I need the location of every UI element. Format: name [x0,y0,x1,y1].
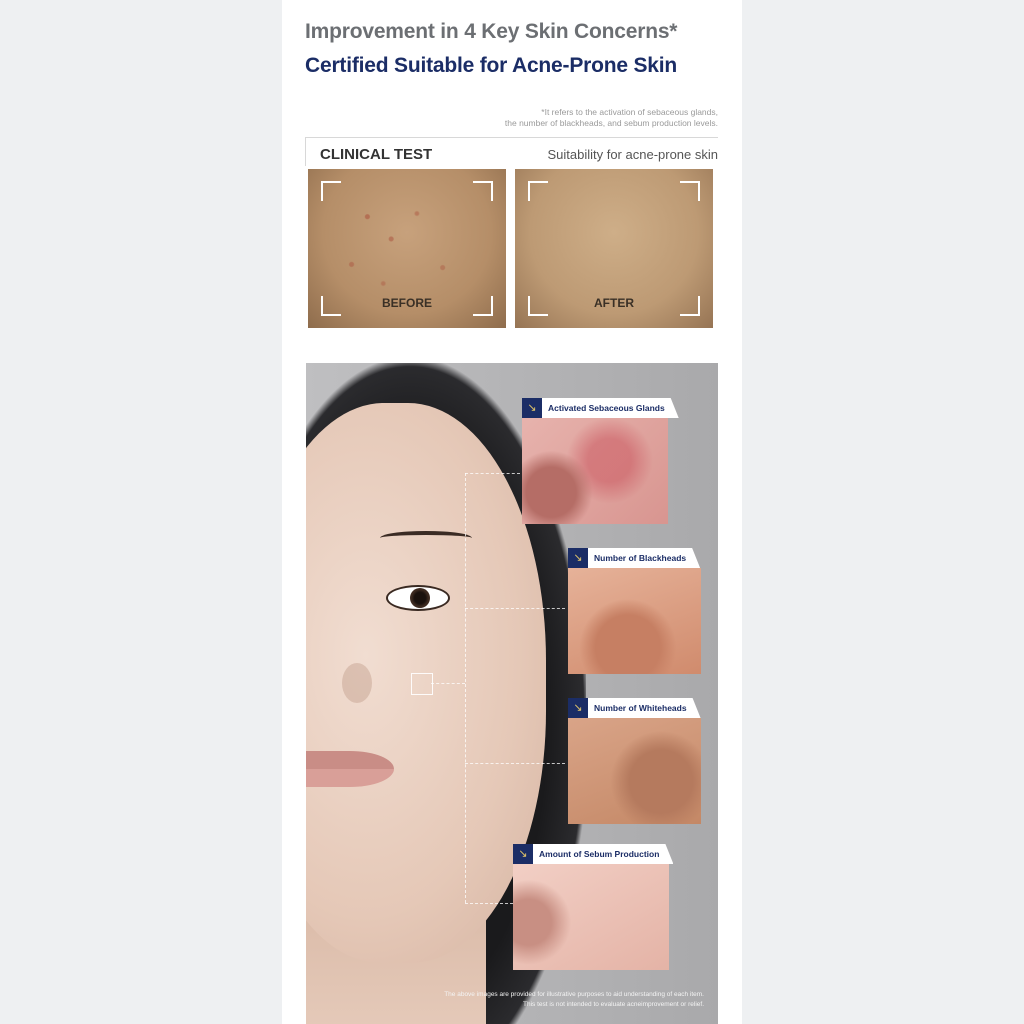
eyebrow [380,531,472,545]
blackheads-closeup-image [568,568,701,674]
frame-corner [680,181,700,201]
footnote-line-1: *It refers to the activation of sebaceou… [541,107,718,117]
connector-line [465,473,520,474]
connector-line [465,763,565,764]
connector-line [465,903,513,904]
connector-line [465,473,466,903]
arrow-down-right-icon: ↘ [513,844,533,864]
iris [410,588,430,608]
model-portrait-section: ↘ Activated Sebaceous Glands ↘ Number of… [306,363,718,1024]
nose-shadow [342,663,372,703]
focus-marker [411,673,433,695]
after-photo: AFTER [515,169,713,328]
lips [306,751,394,787]
before-photo: BEFORE [308,169,506,328]
whiteheads-closeup-image [568,718,701,824]
frame-corner [473,181,493,201]
frame-corner [321,181,341,201]
eye [386,585,450,611]
disclaimer: The above images are provided for illust… [374,990,704,1010]
footnote: *It refers to the activation of sebaceou… [418,107,718,129]
clinical-test-label: CLINICAL TEST [320,146,433,163]
sebum-closeup-image [513,864,669,970]
before-label: BEFORE [381,296,432,310]
concern-tag: ↘ Activated Sebaceous Glands [522,398,679,418]
page-subtitle: Certified Suitable for Acne-Prone Skin [305,54,678,77]
connector-line [465,608,565,609]
concern-tag: ↘ Number of Blackheads [568,548,700,568]
footnote-line-2: the number of blackheads, and sebum prod… [504,118,718,128]
after-label: AFTER [594,296,634,310]
disclaimer-line-2: This test is not intended to evaluate ac… [522,1001,704,1008]
disclaimer-line-1: The above images are provided for illust… [444,991,704,998]
concern-label: Amount of Sebum Production [539,849,660,859]
concern-label: Number of Whiteheads [594,703,687,713]
concern-tag: ↘ Amount of Sebum Production [513,844,673,864]
concern-label: Activated Sebaceous Glands [548,403,665,413]
frame-corner [528,181,548,201]
sebaceous-closeup-image [522,418,668,524]
arrow-down-right-icon: ↘ [568,548,588,568]
arrow-down-right-icon: ↘ [568,698,588,718]
arrow-down-right-icon: ↘ [522,398,542,418]
clinical-test-header: CLINICAL TEST Suitability for acne-prone… [305,137,718,166]
product-detail-page: Improvement in 4 Key Skin Concerns* Cert… [282,0,742,1024]
page-title: Improvement in 4 Key Skin Concerns* [305,20,678,43]
clinical-test-description: Suitability for acne-prone skin [547,147,718,162]
connector-line [431,683,465,684]
concern-label: Number of Blackheads [594,553,687,563]
concern-tag: ↘ Number of Whiteheads [568,698,701,718]
